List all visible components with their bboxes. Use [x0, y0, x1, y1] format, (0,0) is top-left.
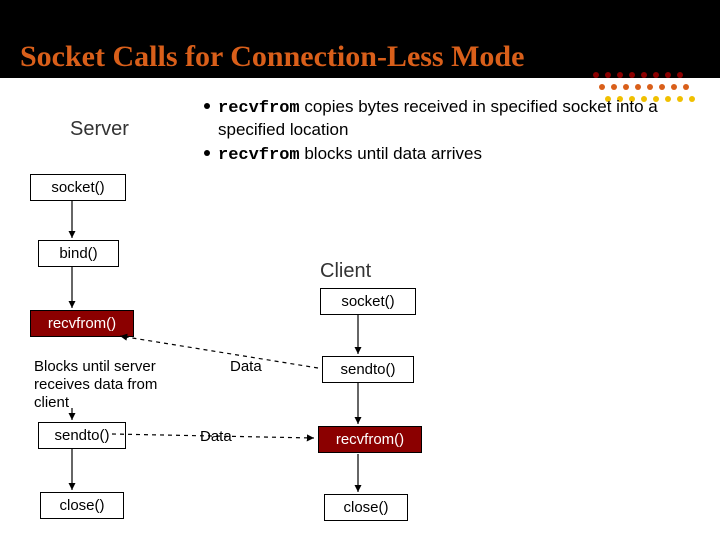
code-recvfrom-2: recvfrom	[218, 146, 300, 165]
server-close-box: close()	[40, 492, 124, 519]
data-label-1: Data	[230, 358, 262, 375]
server-socket-box: socket()	[30, 174, 126, 201]
blocks-note: Blocks until server receives data from c…	[34, 358, 194, 412]
data-label-2: Data	[200, 428, 232, 445]
server-recvfrom-box: recvfrom()	[30, 310, 134, 337]
bullet-1: recvfrom copies bytes received in specif…	[204, 96, 690, 141]
server-bind-box: bind()	[38, 240, 119, 267]
server-sendto-box: sendto()	[38, 422, 126, 449]
client-socket-box: socket()	[320, 288, 416, 315]
server-heading: Server	[70, 118, 129, 141]
client-heading: Client	[320, 260, 371, 283]
client-recvfrom-box: recvfrom()	[318, 426, 422, 453]
bullet-list: recvfrom copies bytes received in specif…	[190, 96, 690, 168]
title-bar: Socket Calls for Connection-Less Mode	[0, 0, 720, 78]
slide: Socket Calls for Connection-Less Mode	[0, 0, 720, 540]
code-recvfrom-1: recvfrom	[218, 99, 300, 118]
slide-body: Server recvfrom copies bytes received in…	[0, 78, 720, 540]
bullet-2: recvfrom blocks until data arrives	[204, 143, 690, 166]
client-close-box: close()	[324, 494, 408, 521]
client-sendto-box: sendto()	[322, 356, 414, 383]
slide-title: Socket Calls for Connection-Less Mode	[20, 40, 524, 74]
